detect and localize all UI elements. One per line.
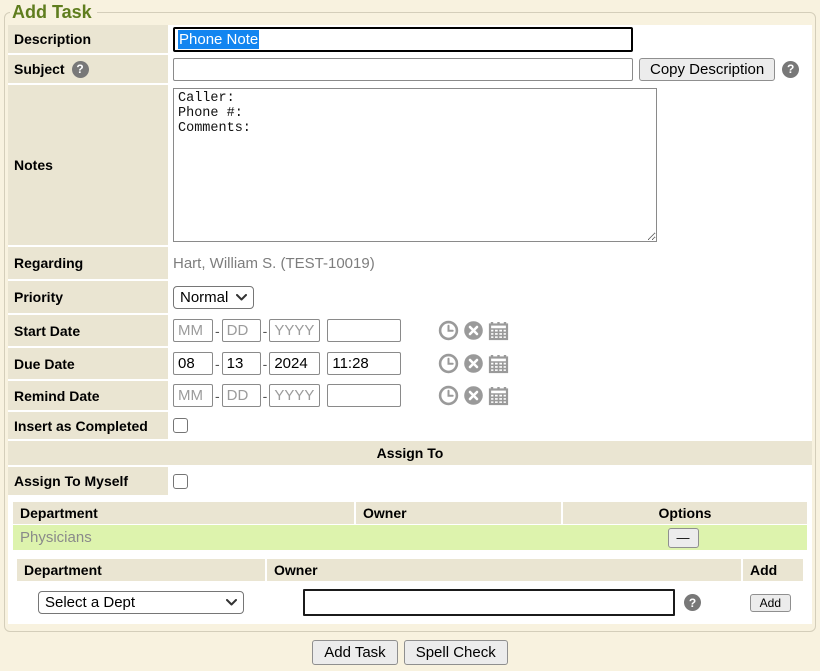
assignments-table-header: Department Owner Options <box>13 502 807 524</box>
remind-date-clear-icon[interactable] <box>463 385 484 406</box>
start-date-clear-icon[interactable] <box>463 320 484 341</box>
row-assign-to-myself: Assign To Myself <box>8 467 812 495</box>
subject-label: Subject <box>14 61 65 77</box>
start-date-clock-icon[interactable] <box>438 320 459 341</box>
add-assignment-table: Department Owner Add Select a Dept ? Add <box>17 559 803 624</box>
remind-date-day-input[interactable] <box>222 384 261 407</box>
assign-to-myself-label: Assign To Myself <box>8 467 168 495</box>
assignments-table: Department Owner Options Physicians — <box>13 502 807 550</box>
row-description: Description Phone Note <box>8 25 812 53</box>
due-date-year-input[interactable] <box>269 352 320 375</box>
date-separator: - <box>215 323 220 339</box>
date-separator: - <box>215 388 220 404</box>
row-start-date: Start Date - - <box>8 315 812 346</box>
add-assignment-header-department: Department <box>17 559 265 581</box>
department-select[interactable]: Select a Dept <box>38 591 244 614</box>
due-date-month-input[interactable] <box>173 352 213 375</box>
row-subject: Subject ? Copy Description ? <box>8 55 812 83</box>
row-due-date: Due Date - - <box>8 348 812 379</box>
assign-to-myself-checkbox[interactable] <box>173 474 188 489</box>
assignment-row-physicians: Physicians — <box>13 525 807 550</box>
department-select-value: Select a Dept <box>45 594 135 611</box>
row-regarding: Regarding Hart, William S. (TEST-10019) <box>8 247 812 279</box>
remind-date-clock-icon[interactable] <box>438 385 459 406</box>
insert-as-completed-checkbox[interactable] <box>173 418 188 433</box>
notes-label: Notes <box>8 85 168 245</box>
remind-date-label: Remind Date <box>8 381 168 410</box>
row-insert-as-completed: Insert as Completed <box>8 412 812 439</box>
priority-selected-value: Normal <box>180 289 228 306</box>
subject-help-icon[interactable]: ? <box>72 61 89 78</box>
add-assignment-header-add: Add <box>743 559 803 581</box>
start-date-label: Start Date <box>8 315 168 346</box>
remind-date-year-input[interactable] <box>269 384 320 407</box>
remove-assignment-button[interactable]: — <box>668 528 699 548</box>
chevron-down-icon <box>226 599 237 606</box>
add-task-button[interactable]: Add Task <box>312 640 397 665</box>
regarding-label: Regarding <box>8 247 168 279</box>
start-date-calendar-icon[interactable] <box>488 320 509 341</box>
assign-to-section-header: Assign To <box>8 441 812 465</box>
row-priority: Priority Normal <box>8 281 812 313</box>
copy-description-button[interactable]: Copy Description <box>639 58 775 81</box>
priority-label: Priority <box>8 281 168 313</box>
due-date-calendar-icon[interactable] <box>488 353 509 374</box>
regarding-value: Hart, William S. (TEST-10019) <box>173 255 375 272</box>
form-rows: Description Phone Note Subject ? Copy De… <box>8 25 812 624</box>
description-selected-text: Phone Note <box>178 30 259 49</box>
add-task-form: Add Task Description Phone Note Subject … <box>4 2 816 632</box>
add-assignment-row: Select a Dept ? Add <box>17 582 803 624</box>
description-input[interactable]: Phone Note <box>173 27 633 52</box>
priority-select[interactable]: Normal <box>173 286 254 309</box>
start-date-day-input[interactable] <box>222 319 261 342</box>
due-date-day-input[interactable] <box>222 352 261 375</box>
start-date-time-input[interactable] <box>327 319 401 342</box>
due-date-time-input[interactable] <box>327 352 401 375</box>
owner-help-icon[interactable]: ? <box>684 594 701 611</box>
assignments-header-owner: Owner <box>356 502 561 524</box>
remind-date-month-input[interactable] <box>173 384 213 407</box>
form-title: Add Task <box>10 2 97 23</box>
assignments-header-department: Department <box>13 502 354 524</box>
add-assignment-header-owner: Owner <box>267 559 741 581</box>
insert-as-completed-label: Insert as Completed <box>8 412 168 439</box>
assignments-header-options: Options <box>563 502 807 524</box>
spell-check-button[interactable]: Spell Check <box>404 640 508 665</box>
due-date-clear-icon[interactable] <box>463 353 484 374</box>
start-date-month-input[interactable] <box>173 319 213 342</box>
row-remind-date: Remind Date - - <box>8 381 812 410</box>
date-separator: - <box>215 356 220 372</box>
due-date-clock-icon[interactable] <box>438 353 459 374</box>
date-separator: - <box>263 388 268 404</box>
owner-input[interactable] <box>303 589 675 616</box>
remind-date-time-input[interactable] <box>327 384 401 407</box>
start-date-year-input[interactable] <box>269 319 320 342</box>
assignment-department-value: Physicians <box>13 529 354 546</box>
remind-date-calendar-icon[interactable] <box>488 385 509 406</box>
footer-actions: Add Task Spell Check <box>0 640 820 665</box>
subject-input[interactable] <box>173 58 633 81</box>
row-notes: Notes Caller: Phone #: Comments: <box>8 85 812 245</box>
add-assignment-button[interactable]: Add <box>750 594 791 612</box>
description-label: Description <box>8 25 168 53</box>
due-date-label: Due Date <box>8 348 168 379</box>
date-separator: - <box>263 323 268 339</box>
date-separator: - <box>263 356 268 372</box>
add-assignment-table-header: Department Owner Add <box>17 559 803 581</box>
chevron-down-icon <box>236 294 247 301</box>
subject-label-cell: Subject ? <box>8 55 168 83</box>
copy-description-help-icon[interactable]: ? <box>782 61 799 78</box>
notes-textarea[interactable]: Caller: Phone #: Comments: <box>173 88 657 242</box>
